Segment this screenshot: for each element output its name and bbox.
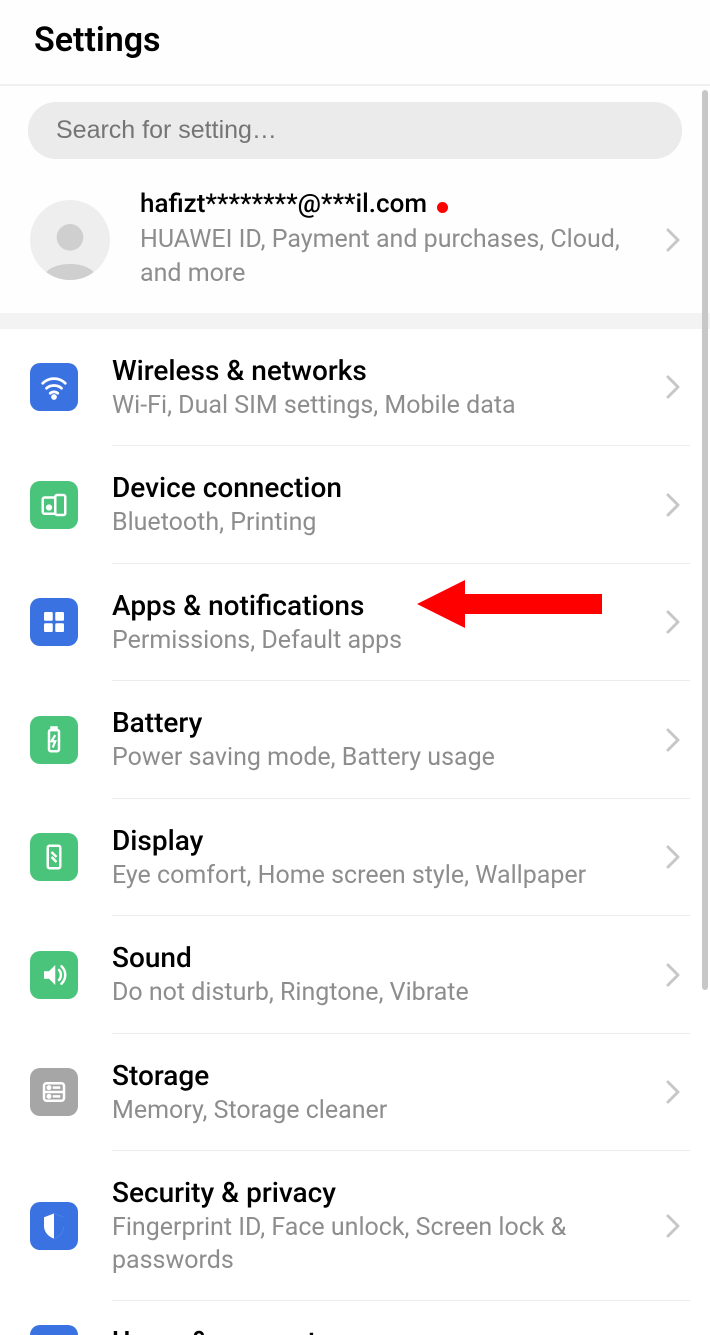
item-users-accounts[interactable]: Users & accounts (0, 1301, 710, 1335)
chevron-right-icon (666, 228, 680, 252)
item-sound[interactable]: Sound Do not disturb, Ringtone, Vibrate (0, 916, 710, 1034)
item-security-privacy[interactable]: Security & privacy Fingerprint ID, Face … (0, 1151, 710, 1301)
item-title: Security & privacy (112, 1175, 654, 1210)
item-subtitle: Power saving mode, Battery usage (112, 742, 654, 775)
item-subtitle: Fingerprint ID, Face unlock, Screen lock… (112, 1212, 654, 1277)
item-text: Wireless & networks Wi-Fi, Dual SIM sett… (112, 353, 654, 423)
item-text: Apps & notifications Permissions, Defaul… (112, 588, 654, 658)
item-display[interactable]: Display Eye comfort, Home screen style, … (0, 799, 710, 917)
chevron-right-icon (666, 963, 680, 987)
account-subtitle: HUAWEI ID, Payment and purchases, Cloud,… (140, 223, 654, 291)
item-title: Apps & notifications (112, 588, 654, 623)
search-container (0, 86, 710, 177)
sound-icon (30, 951, 78, 999)
chevron-right-icon (666, 610, 680, 634)
item-subtitle: Do not disturb, Ringtone, Vibrate (112, 977, 654, 1010)
section-gap (0, 313, 710, 329)
devices-icon (30, 481, 78, 529)
account-name: hafizt********@***il.com (140, 189, 427, 219)
account-text: hafizt********@***il.com HUAWEI ID, Paym… (140, 189, 654, 291)
chevron-right-icon (666, 493, 680, 517)
chevron-right-icon (666, 1214, 680, 1238)
item-apps-notifications[interactable]: Apps & notifications Permissions, Defaul… (0, 564, 710, 682)
scrollbar[interactable] (702, 90, 708, 990)
chevron-right-icon (666, 845, 680, 869)
chevron-right-icon (666, 1080, 680, 1104)
storage-icon (30, 1068, 78, 1116)
settings-list: Wireless & networks Wi-Fi, Dual SIM sett… (0, 329, 710, 1335)
battery-icon (30, 716, 78, 764)
chevron-right-icon (666, 375, 680, 399)
shield-icon (30, 1202, 78, 1250)
item-subtitle: Bluetooth, Printing (112, 507, 654, 540)
search-input[interactable] (28, 102, 682, 159)
item-subtitle: Wi-Fi, Dual SIM settings, Mobile data (112, 390, 654, 423)
item-title: Battery (112, 705, 654, 740)
item-subtitle: Memory, Storage cleaner (112, 1095, 654, 1128)
item-device-connection[interactable]: Device connection Bluetooth, Printing (0, 446, 710, 564)
item-battery[interactable]: Battery Power saving mode, Battery usage (0, 681, 710, 799)
notification-dot-icon (437, 202, 448, 213)
item-text: Storage Memory, Storage cleaner (112, 1058, 654, 1128)
account-row[interactable]: hafizt********@***il.com HUAWEI ID, Paym… (0, 177, 710, 313)
item-storage[interactable]: Storage Memory, Storage cleaner (0, 1034, 710, 1152)
apps-grid-icon (30, 598, 78, 646)
item-title: Users & accounts (112, 1325, 331, 1335)
item-text: Sound Do not disturb, Ringtone, Vibrate (112, 940, 654, 1010)
item-text: Display Eye comfort, Home screen style, … (112, 823, 654, 893)
item-wireless[interactable]: Wireless & networks Wi-Fi, Dual SIM sett… (0, 329, 710, 447)
item-subtitle: Eye comfort, Home screen style, Wallpape… (112, 860, 654, 893)
wifi-icon (30, 363, 78, 411)
item-text: Device connection Bluetooth, Printing (112, 470, 654, 540)
item-title: Device connection (112, 470, 654, 505)
item-title: Storage (112, 1058, 654, 1093)
users-icon (30, 1325, 78, 1335)
page-title: Settings (34, 20, 676, 60)
avatar (30, 200, 110, 280)
item-title: Wireless & networks (112, 353, 654, 388)
display-icon (30, 833, 78, 881)
item-subtitle: Permissions, Default apps (112, 625, 654, 658)
header: Settings (0, 0, 710, 84)
item-title: Sound (112, 940, 654, 975)
item-text: Battery Power saving mode, Battery usage (112, 705, 654, 775)
item-text: Security & privacy Fingerprint ID, Face … (112, 1175, 654, 1277)
item-title: Display (112, 823, 654, 858)
chevron-right-icon (666, 728, 680, 752)
